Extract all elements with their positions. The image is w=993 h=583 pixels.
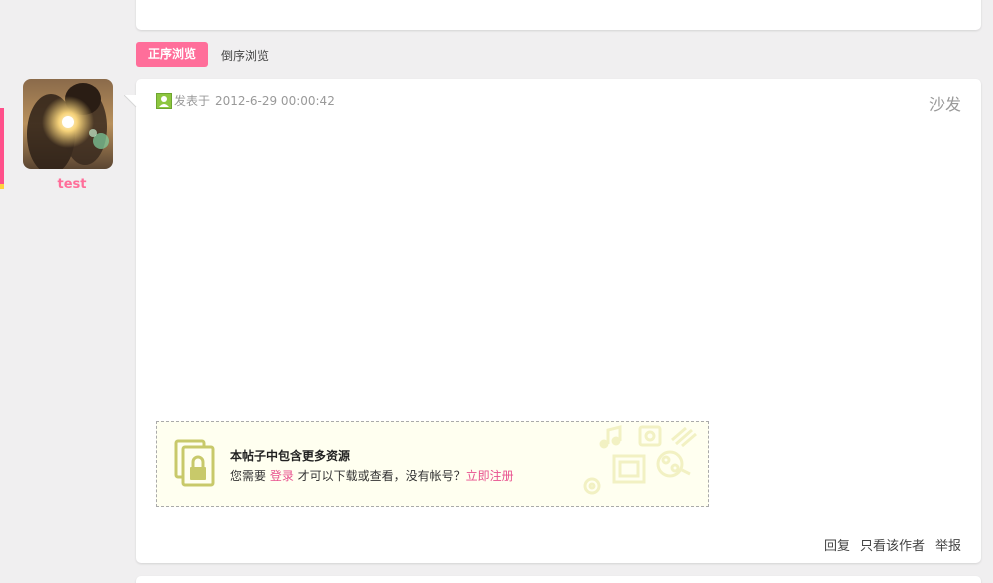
post-actions: 回复 只看该作者 举报: [824, 535, 961, 554]
sort-bar: 正序浏览 倒序浏览: [136, 42, 269, 67]
locked-title: 本帖子中包含更多资源: [230, 449, 351, 463]
user-icon: [156, 92, 172, 109]
floor-label[interactable]: 沙发: [929, 91, 961, 115]
author-name[interactable]: test: [23, 177, 121, 192]
report-link[interactable]: 举报: [935, 535, 961, 554]
post-date: 2012-6-29 00:00:42: [215, 93, 335, 108]
locked-message: 您需要 登录 才可以下载或查看，没有帐号？立即注册: [230, 467, 514, 484]
next-post-card: [136, 576, 981, 583]
locked-text-before: 您需要: [230, 469, 270, 483]
locked-text-middle: 才可以下载或查看，没有帐号？: [293, 469, 466, 483]
media-decoration-icon: [583, 425, 697, 495]
previous-post-card: [136, 0, 981, 30]
author-only-link[interactable]: 只看该作者: [860, 535, 925, 554]
post-card: 发表于 2012-6-29 00:00:42 沙发 本帖子中包含更多资源 您需要…: [136, 79, 981, 563]
avatar[interactable]: [23, 79, 113, 169]
avatar-image: [23, 79, 113, 169]
reply-link[interactable]: 回复: [824, 535, 850, 554]
locked-content-notice: 本帖子中包含更多资源 您需要 登录 才可以下载或查看，没有帐号？立即注册: [156, 421, 709, 507]
side-accent-dot: [0, 184, 4, 189]
sort-ascending-button[interactable]: 正序浏览: [136, 42, 209, 67]
register-link[interactable]: 立即注册: [466, 469, 514, 483]
side-accent-bar: [0, 108, 4, 185]
locked-file-icon: [174, 439, 215, 487]
post-meta-prefix: 发表于: [174, 94, 211, 108]
login-link[interactable]: 登录: [270, 469, 294, 483]
post-meta: 发表于 2012-6-29 00:00:42: [156, 92, 335, 109]
post-pointer: [124, 95, 137, 108]
sort-descending-button[interactable]: 倒序浏览: [221, 42, 269, 67]
